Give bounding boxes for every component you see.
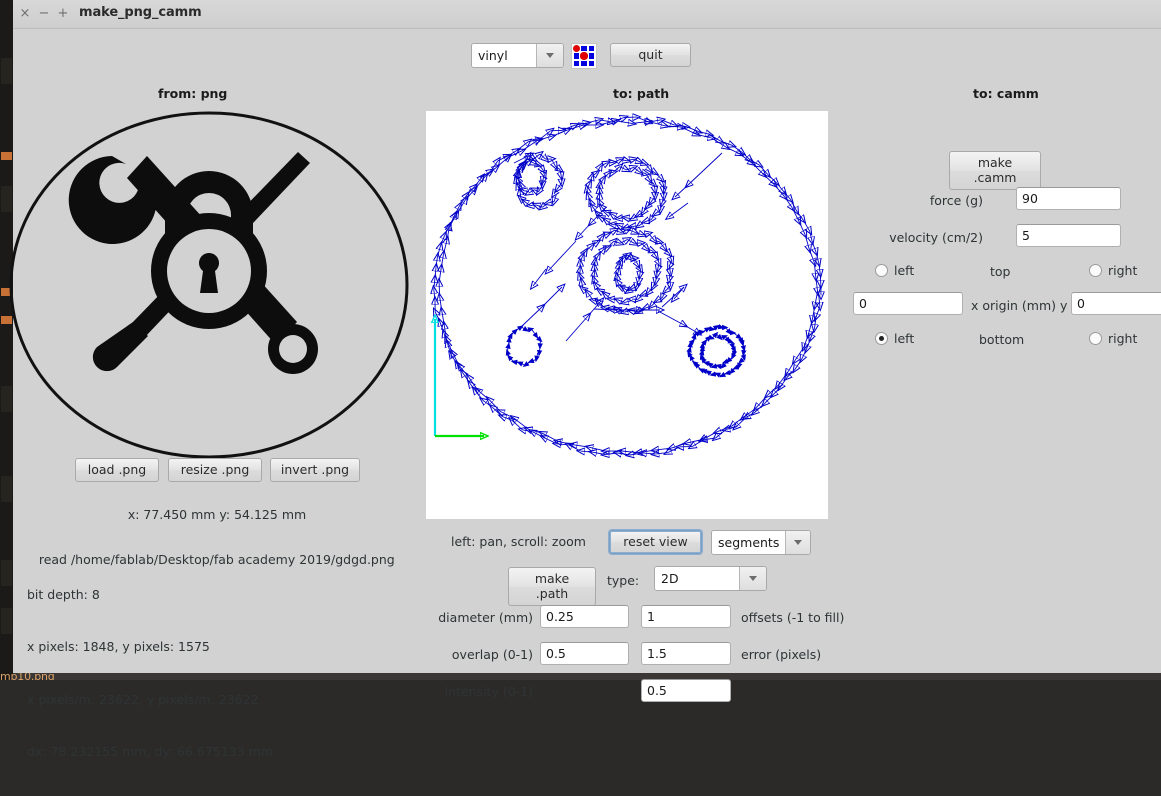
chevron-down-icon [785,531,810,554]
diameter-label: diameter (mm) [418,610,533,625]
desktop-icon [1,58,12,84]
intensity-input[interactable]: 0.5 [641,679,731,702]
radio-dot-icon [875,264,888,277]
origin-label: x origin (mm) y [971,298,1067,313]
application-window: × − + make_png_camm vinyl quit from: png… [13,0,1161,672]
png-info-bit-depth: bit depth: 8 [15,586,395,604]
radio-dot-icon [1089,264,1102,277]
type-select[interactable]: 2D [654,566,767,591]
intensity-label: intensity (0-1) [418,684,533,699]
origin-bottom-right-label: right [1108,331,1137,346]
window-client-area: vinyl quit from: png to: path to: camm [13,29,1161,673]
png-panel-header: from: png [158,86,227,101]
radio-dot-icon [1089,332,1102,345]
make-camm-button[interactable]: make .camm [949,151,1041,190]
type-select-value: 2D [655,567,739,590]
origin-top-right-label: right [1108,263,1137,278]
origin-top-right-radio[interactable]: right [1089,263,1137,278]
png-info-pixels: x pixels: 1848, y pixels: 1575 [15,638,395,656]
quit-button[interactable]: quit [610,43,691,67]
desktop-icon [1,608,12,634]
path-preview-canvas[interactable] [426,111,828,519]
origin-bottom-right-radio[interactable]: right [1089,331,1137,346]
offsets-input[interactable]: 1 [641,605,731,628]
error-label: error (pixels) [741,647,821,662]
desktop-icon [1,560,12,586]
desktop-icon [1,476,12,502]
velocity-label: velocity (cm/2) [853,230,983,245]
radio-dot-icon [875,332,888,345]
png-info-pixels-per-m: x pixels/m: 23622, y pixels/m: 23622 [15,691,395,709]
origin-y-input[interactable]: 0 [1071,292,1161,315]
png-info-deltas: dx: 78.232155 mm, dy: 66.675133 mm [15,743,395,761]
overlap-input[interactable]: 0.5 [540,642,629,665]
display-mode-value: segments [712,531,785,554]
load-png-button[interactable]: load .png [75,458,159,482]
top-toolbar: vinyl quit [13,29,1161,81]
origin-bottom-left-radio[interactable]: left [875,331,914,346]
title-bar: × − + make_png_camm [13,0,1161,29]
camm-panel-header: to: camm [973,86,1039,101]
minimize-icon[interactable]: − [36,5,52,23]
png-dimensions-label: x: 77.450 mm y: 54.125 mm [13,507,421,522]
chevron-down-icon [739,567,766,590]
chevron-down-icon [536,44,563,67]
origin-top-left-radio[interactable]: left [875,263,914,278]
force-input[interactable]: 90 [1016,187,1121,210]
close-icon[interactable]: × [17,5,33,23]
origin-top-left-label: left [894,263,914,278]
png-info-text: read /home/fablab/Desktop/fab academy 20… [15,533,395,796]
maximize-icon[interactable]: + [55,5,71,23]
resize-png-button[interactable]: resize .png [168,458,262,482]
type-label: type: [607,573,639,588]
origin-x-input[interactable]: 0 [853,292,963,315]
reset-view-button[interactable]: reset view [609,530,702,554]
png-info-read: read /home/fablab/Desktop/fab academy 20… [39,552,395,567]
rgb-grid-icon[interactable] [571,43,597,69]
diameter-input[interactable]: 0.25 [540,605,629,628]
material-select[interactable]: vinyl [471,43,564,68]
png-preview-image [5,109,413,461]
origin-bottom-left-label: left [894,331,914,346]
force-label: force (g) [873,193,983,208]
offsets-label: offsets (-1 to fill) [741,610,844,625]
overlap-label: overlap (0-1) [418,647,533,662]
error-input[interactable]: 1.5 [641,642,731,665]
make-path-button[interactable]: make .path [508,567,596,606]
material-select-value: vinyl [472,44,536,67]
pan-zoom-hint-label: left: pan, scroll: zoom [451,534,586,549]
window-title: make_png_camm [79,5,202,20]
path-panel-header: to: path [613,86,669,101]
origin-bottom-label: bottom [979,332,1024,347]
invert-png-button[interactable]: invert .png [270,458,360,482]
origin-top-label: top [990,264,1010,279]
velocity-input[interactable]: 5 [1016,224,1121,247]
display-mode-select[interactable]: segments [711,530,811,555]
